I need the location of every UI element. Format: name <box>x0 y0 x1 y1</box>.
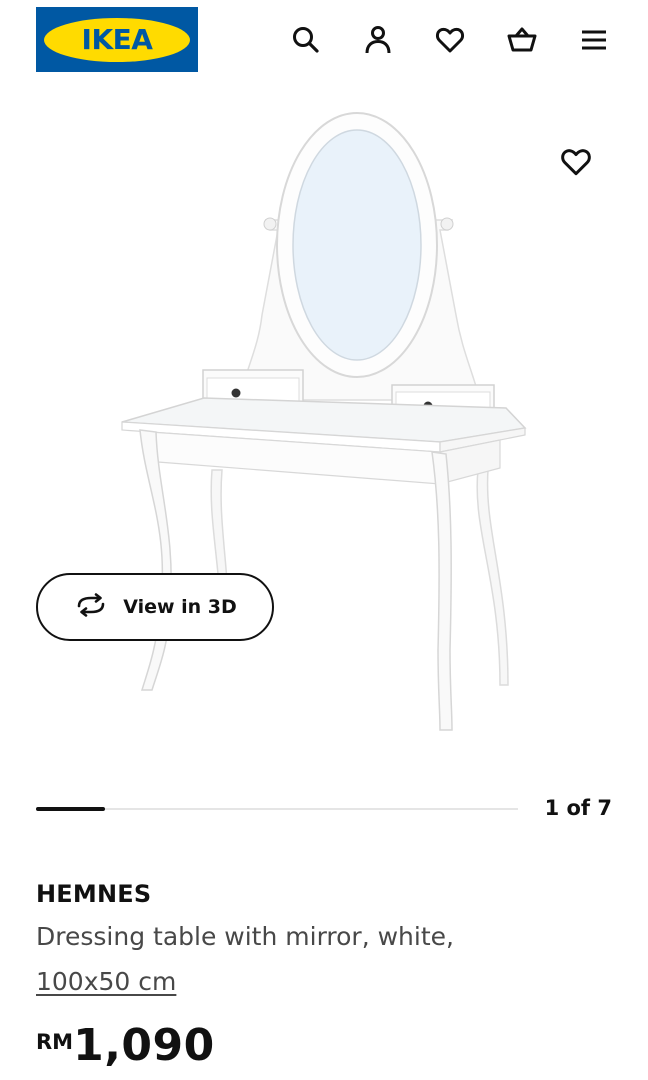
price-currency: RM <box>36 1030 74 1054</box>
product-image[interactable] <box>0 90 648 770</box>
account-icon[interactable] <box>360 22 396 58</box>
basket-icon[interactable] <box>504 22 540 58</box>
product-description: Dressing table with mirror, white, <box>36 922 454 951</box>
rotate-3d-icon <box>73 593 109 621</box>
site-header: IKEA <box>0 0 648 80</box>
product-size-link[interactable]: 100x50 cm <box>36 967 176 996</box>
add-to-favourites-icon[interactable] <box>556 142 596 182</box>
product-price: RM 1,090 <box>36 1024 215 1068</box>
price-amount: 1,090 <box>73 1020 215 1071</box>
search-icon[interactable] <box>288 22 324 58</box>
view-in-3d-button[interactable]: View in 3D <box>36 573 274 641</box>
view-in-3d-label: View in 3D <box>123 596 237 618</box>
gallery-progress-fill <box>36 807 105 811</box>
product-name[interactable]: HEMNES <box>36 880 151 908</box>
ikea-logo[interactable]: IKEA <box>36 7 198 72</box>
logo-oval: IKEA <box>44 17 190 62</box>
gallery-pager: 1 of 7 <box>544 796 612 820</box>
logo-text: IKEA <box>81 22 153 56</box>
favourites-icon[interactable] <box>432 22 468 58</box>
menu-icon[interactable] <box>576 22 612 58</box>
gallery-progress-bar <box>36 807 518 811</box>
